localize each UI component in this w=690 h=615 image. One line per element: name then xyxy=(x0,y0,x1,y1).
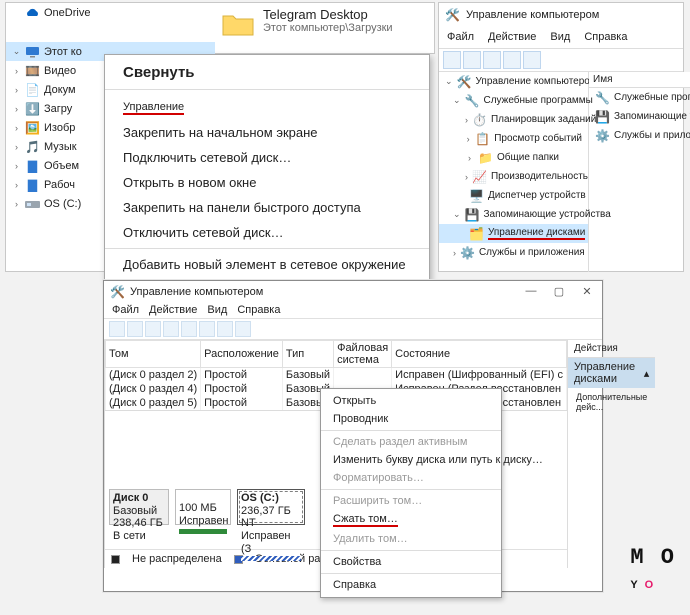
toolbar-button[interactable] xyxy=(463,51,481,69)
disk-partition-os[interactable]: OS (C:)236,37 ГБ NТИсправен (З xyxy=(237,489,305,525)
col-vol[interactable]: Том xyxy=(106,341,201,368)
menu-letter[interactable]: Изменить букву диска или путь к диску… xyxy=(321,451,501,469)
toolbar-button[interactable] xyxy=(199,321,215,337)
menu-help[interactable]: Справка xyxy=(237,304,280,316)
actions-pane: Действия Управление дисками▴ Дополнитель… xyxy=(568,340,655,568)
menu-map-drive[interactable]: Подключить сетевой диск… xyxy=(105,145,429,170)
list-item[interactable]: ⚙️Службы и приложения xyxy=(589,126,690,145)
mgmt-toolbar xyxy=(439,49,683,72)
moyo-logo: M O Y O xyxy=(630,545,676,595)
pc-icon xyxy=(25,44,40,59)
volume-context-menu: Открыть Проводник Сделать раздел активны… xyxy=(320,388,502,598)
col-type[interactable]: Тип xyxy=(282,341,333,368)
sidebar-item-onedrive[interactable]: OneDrive xyxy=(6,3,215,22)
toolbar-button[interactable] xyxy=(163,321,179,337)
menu-open[interactable]: Открыть xyxy=(321,392,501,410)
mgmt-menubar: Файл Действие Вид Справка xyxy=(439,26,683,49)
toolbar-button[interactable] xyxy=(145,321,161,337)
onedrive-icon xyxy=(25,5,40,20)
toolbar-button[interactable] xyxy=(109,321,125,337)
col-fs[interactable]: Файловая система xyxy=(334,341,392,368)
menu-shrink[interactable]: Сжать том… xyxy=(321,510,501,530)
tree-disk-mgmt[interactable]: 🗂️Управление дисками xyxy=(439,224,588,243)
toolbar-button[interactable] xyxy=(443,51,461,69)
menu-file[interactable]: Файл xyxy=(447,31,474,43)
disk-partition[interactable]: 100 МБИсправен xyxy=(175,489,231,525)
toolbar-button[interactable] xyxy=(235,321,251,337)
menu-extend: Расширить том… xyxy=(321,492,501,510)
menu-active: Сделать раздел активным xyxy=(321,433,501,451)
menu-view[interactable]: Вид xyxy=(207,304,227,316)
col-status[interactable]: Состояние xyxy=(392,341,567,368)
col-name[interactable]: Имя xyxy=(589,72,690,88)
window-title: Управление компьютером xyxy=(130,286,263,298)
menu-help[interactable]: Справка xyxy=(584,31,627,43)
col-layout[interactable]: Расположение xyxy=(201,341,283,368)
minimize-button[interactable]: — xyxy=(522,285,540,298)
disk-header[interactable]: Диск 0 Базовый 238,46 ГБ В сети xyxy=(109,489,169,525)
toolbar-button[interactable] xyxy=(483,51,501,69)
mmc-icon: 🛠️ xyxy=(110,284,125,299)
toolbar-button[interactable] xyxy=(127,321,143,337)
actions-group[interactable]: Управление дисками▴ xyxy=(568,358,655,388)
menu-collapse[interactable]: Свернуть xyxy=(105,59,429,86)
menu-delete: Удалить том… xyxy=(321,530,501,548)
mmc-icon: 🛠️ xyxy=(445,7,460,22)
folder-path: Этот компьютер\Загрузки xyxy=(263,22,393,34)
list-item[interactable]: 💾Запоминающие устройства xyxy=(589,107,690,126)
sidebar-label: Этот ко xyxy=(44,46,82,58)
menu-new-window[interactable]: Открыть в новом окне xyxy=(105,170,429,195)
menu-format: Форматировать… xyxy=(321,469,501,487)
menu-file[interactable]: Файл xyxy=(112,304,139,316)
menu-action[interactable]: Действие xyxy=(488,31,536,43)
close-button[interactable]: ✕ xyxy=(578,285,596,298)
sidebar-label: OneDrive xyxy=(44,7,90,19)
folder-title: Telegram Desktop xyxy=(263,7,393,22)
menu-pin-start[interactable]: Закрепить на начальном экране xyxy=(105,120,429,145)
menu-help[interactable]: Справка xyxy=(321,576,501,594)
chevron-down-icon: ⌄ xyxy=(12,46,21,57)
menu-pin-quick[interactable]: Закрепить на панели быстрого доступа xyxy=(105,195,429,220)
menu-disconnect[interactable]: Отключить сетевой диск… xyxy=(105,220,429,245)
mgmt-title: Управление компьютером xyxy=(466,9,599,21)
maximize-button[interactable]: ▢ xyxy=(550,285,568,298)
menu-add-net[interactable]: Добавить новый элемент в сетевое окружен… xyxy=(105,252,429,277)
menu-props[interactable]: Свойства xyxy=(321,553,501,571)
menu-view[interactable]: Вид xyxy=(550,31,570,43)
toolbar-button[interactable] xyxy=(523,51,541,69)
mgmt-tree: ⌄🛠️Управление компьютером (лс ⌄🔧Служебны… xyxy=(439,72,589,272)
menu-action[interactable]: Действие xyxy=(149,304,197,316)
list-item[interactable]: 🔧Служебные программы xyxy=(589,88,690,107)
thispc-context-menu: Свернуть Управление Закрепить на начальн… xyxy=(104,54,430,282)
menu-explore[interactable]: Проводник xyxy=(321,410,501,428)
disk-icon xyxy=(25,196,40,211)
folder-icon xyxy=(221,7,255,41)
table-row[interactable]: (Диск 0 раздел 2)ПростойБазовыйИсправен … xyxy=(106,368,567,383)
actions-more[interactable]: Дополнительные дейс... xyxy=(568,388,655,416)
chevron-up-icon: ▴ xyxy=(644,367,650,380)
toolbar-button[interactable] xyxy=(181,321,197,337)
menu-manage[interactable]: Управление xyxy=(105,93,429,120)
toolbar-button[interactable] xyxy=(503,51,521,69)
toolbar-button[interactable] xyxy=(217,321,233,337)
